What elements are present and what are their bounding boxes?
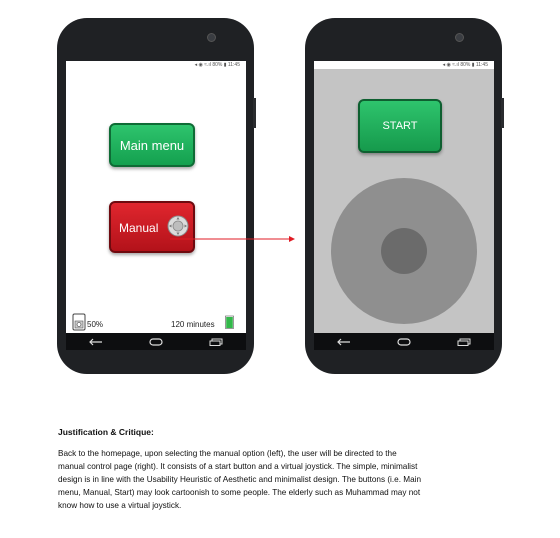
status-bar: ◂ ◉ ≈.ıl 80% ▮ 11:45 [194,62,240,68]
back-icon[interactable] [337,338,351,346]
start-label: START [382,120,418,132]
main-menu-label: Main menu [119,137,185,153]
camera-battery-icon [72,313,86,331]
manual-button[interactable]: Manual [109,201,195,253]
left-phone: ◂ ◉ ≈.ıl 80% ▮ 11:45 Main menu Manual 50… [57,18,256,374]
critique-heading: Justification & Critique: [58,427,154,437]
side-button [501,98,504,128]
main-menu-button[interactable]: Main menu [109,123,195,167]
side-button [253,98,256,128]
critique-line: menu, Manual, Start) may look cartoonish… [58,488,421,497]
front-camera-icon [455,33,464,42]
homepage-screen: ◂ ◉ ≈.ıl 80% ▮ 11:45 Main menu Manual 50… [66,61,246,333]
home-icon[interactable] [397,337,411,346]
battery-level-icon [225,315,234,329]
critique-paragraph: Back to the homepage, upon selecting the… [58,447,508,512]
joystick-knob [381,228,427,274]
time-remaining: 120 minutes [171,320,215,329]
battery-percent: 50% [87,320,104,329]
status-bar: ◂ ◉ ≈.ıl 80% ▮ 11:45 [314,61,494,69]
navigation-bar [314,333,494,350]
recent-apps-icon[interactable] [209,338,223,346]
critique-line: Back to the homepage, upon selecting the… [58,449,397,458]
navigation-arrow [170,236,295,242]
start-button[interactable]: START [358,99,442,153]
manual-label: Manual [119,221,159,235]
front-camera-icon [207,33,216,42]
manual-control-screen: ◂ ◉ ≈.ıl 80% ▮ 11:45 START [314,61,494,333]
back-icon[interactable] [89,338,103,346]
navigation-bar [66,333,246,350]
critique-line: know how to use a virtual joystick. [58,501,182,510]
critique-line: manual control page (right). It consists… [58,462,418,471]
home-icon[interactable] [149,337,163,346]
virtual-joystick[interactable] [329,176,479,326]
critique-line: design is in line with the Usability Heu… [58,475,421,484]
right-phone: ◂ ◉ ≈.ıl 80% ▮ 11:45 START [305,18,504,374]
recent-apps-icon[interactable] [457,338,471,346]
